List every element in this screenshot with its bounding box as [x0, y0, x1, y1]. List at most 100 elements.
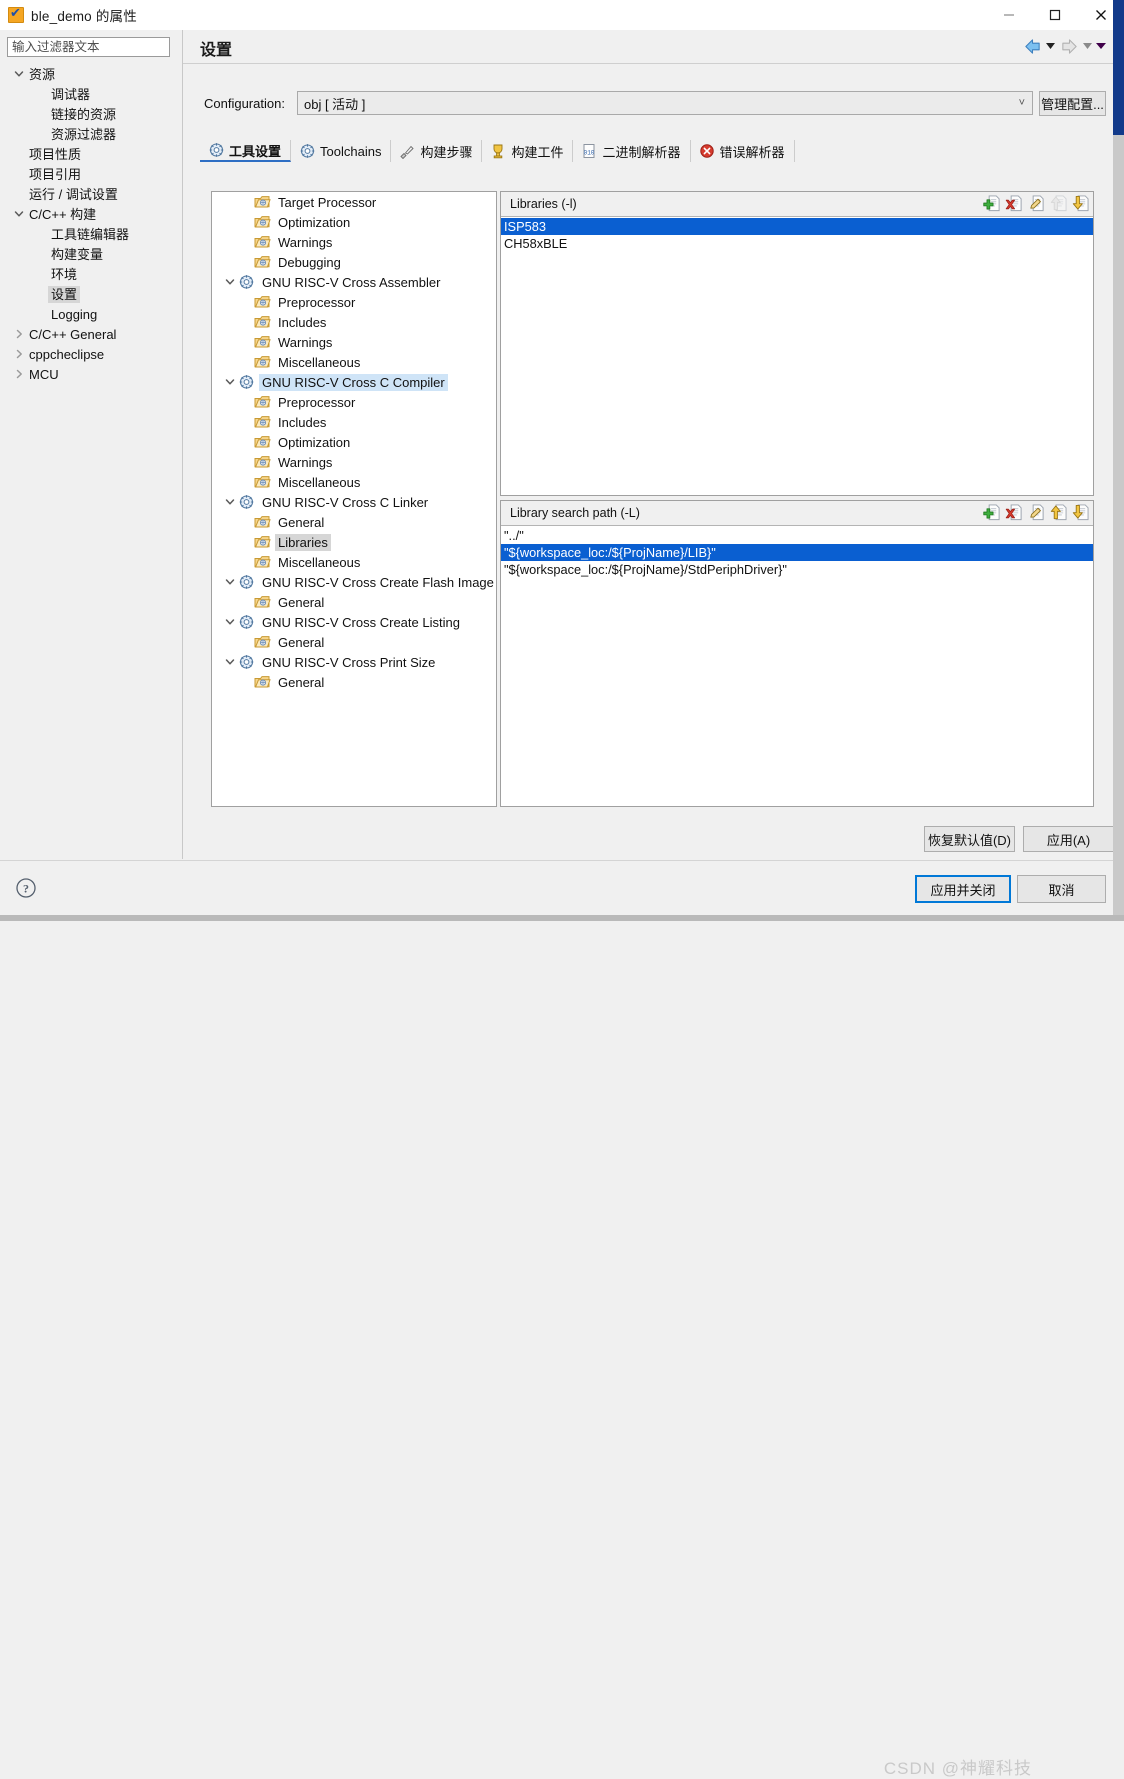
move-down-icon[interactable]: [1071, 194, 1089, 216]
tool-tree-item-18[interactable]: Miscellaneous: [212, 552, 496, 572]
sidebar-item-6[interactable]: 运行 / 调试设置: [0, 184, 182, 204]
maximize-button[interactable]: [1032, 0, 1078, 30]
sidebar-item-13[interactable]: C/C++ General: [0, 324, 182, 344]
tool-tree-item-21[interactable]: GNU RISC-V Cross Create Listing: [212, 612, 496, 632]
sidebar-item-0[interactable]: 资源: [0, 64, 182, 84]
edit-icon[interactable]: [1027, 194, 1045, 216]
tab-0[interactable]: 工具设置: [200, 140, 292, 162]
tool-tree-item-0[interactable]: Target Processor: [212, 192, 496, 212]
twisty-down-icon[interactable]: [222, 657, 238, 667]
sidebar-item-2[interactable]: 链接的资源: [0, 104, 182, 124]
back-button[interactable]: [1021, 35, 1043, 57]
tab-1[interactable]: Toolchains: [291, 140, 392, 162]
apply-and-close-button[interactable]: 应用并关闭: [915, 875, 1011, 903]
cancel-button[interactable]: 取消: [1017, 875, 1106, 903]
libraries-list[interactable]: ISP583 CH58xBLE: [501, 217, 1093, 252]
forward-history-chevron-down-icon[interactable]: [1082, 35, 1093, 57]
libraries-panel: Libraries (-l) ISP583 CH58xBLE: [500, 191, 1094, 496]
tool-tree-item-4[interactable]: GNU RISC-V Cross Assembler: [212, 272, 496, 292]
manage-configurations-button[interactable]: 管理配置...: [1039, 91, 1106, 116]
folder-tool-icon: [254, 534, 271, 550]
tool-tree-item-label: General: [278, 634, 325, 650]
delete-icon[interactable]: [1005, 194, 1023, 216]
twisty-right-icon[interactable]: [12, 329, 26, 339]
minimize-button[interactable]: [986, 0, 1032, 30]
twisty-down-icon[interactable]: [12, 209, 26, 219]
tool-tree-item-22[interactable]: General: [212, 632, 496, 652]
tool-tree-item-1[interactable]: Optimization: [212, 212, 496, 232]
tab-label: 构建工件: [511, 144, 564, 160]
search-path-row-0[interactable]: "../": [501, 527, 1093, 544]
sidebar-item-1[interactable]: 调试器: [0, 84, 182, 104]
forward-button[interactable]: [1058, 35, 1080, 57]
tool-tree-item-12[interactable]: Optimization: [212, 432, 496, 452]
delete-icon[interactable]: [1005, 503, 1023, 525]
tool-tree-item-23[interactable]: GNU RISC-V Cross Print Size: [212, 652, 496, 672]
tool-tree-item-9[interactable]: GNU RISC-V Cross C Compiler: [212, 372, 496, 392]
tab-label: 工具设置: [229, 143, 282, 159]
twisty-down-icon[interactable]: [222, 377, 238, 387]
tab-4[interactable]: 010 二进制解析器: [573, 140, 691, 162]
add-icon[interactable]: [983, 503, 1001, 525]
tool-tree-item-24[interactable]: General: [212, 672, 496, 692]
folder-tool-icon: [254, 554, 271, 570]
sidebar-item-7[interactable]: C/C++ 构建: [0, 204, 182, 224]
tab-5[interactable]: 错误解析器: [691, 140, 795, 162]
sidebar-item-15[interactable]: MCU: [0, 364, 182, 384]
library-row-1[interactable]: CH58xBLE: [501, 235, 1093, 252]
tool-tree-item-6[interactable]: Includes: [212, 312, 496, 332]
libraries-panel-title: Libraries (-l): [510, 197, 577, 211]
tool-tree-item-8[interactable]: Miscellaneous: [212, 352, 496, 372]
search-path-row-1[interactable]: "${workspace_loc:/${ProjName}/LIB}": [501, 544, 1093, 561]
sidebar-item-8[interactable]: 工具链编辑器: [0, 224, 182, 244]
help-icon[interactable]: ?: [15, 877, 37, 899]
restore-defaults-button[interactable]: 恢复默认值(D): [924, 826, 1015, 852]
tool-tree-item-2[interactable]: Warnings: [212, 232, 496, 252]
tab-2[interactable]: 构建步骤: [391, 140, 483, 162]
search-path-row-2[interactable]: "${workspace_loc:/${ProjName}/StdPeriphD…: [501, 561, 1093, 578]
tool-tree-item-label: GNU RISC-V Cross C Linker: [262, 494, 429, 510]
twisty-down-icon[interactable]: [222, 617, 238, 627]
sidebar-item-12[interactable]: Logging: [0, 304, 182, 324]
tool-tree-item-16[interactable]: General: [212, 512, 496, 532]
twisty-down-icon[interactable]: [222, 277, 238, 287]
svg-text:?: ?: [23, 882, 29, 896]
search-path-list[interactable]: "../" "${workspace_loc:/${ProjName}/LIB}"…: [501, 526, 1093, 578]
tab-3[interactable]: 构建工件: [482, 140, 574, 162]
tool-tree-item-20[interactable]: General: [212, 592, 496, 612]
twisty-down-icon[interactable]: [222, 497, 238, 507]
apply-button[interactable]: 应用(A): [1023, 826, 1114, 852]
move-down-icon[interactable]: [1071, 503, 1089, 525]
tool-tree-item-19[interactable]: GNU RISC-V Cross Create Flash Image: [212, 572, 496, 592]
view-menu-chevron-down-icon[interactable]: [1095, 35, 1106, 57]
tool-tree-item-14[interactable]: Miscellaneous: [212, 472, 496, 492]
add-icon[interactable]: [983, 194, 1001, 216]
sidebar-item-5[interactable]: 项目引用: [0, 164, 182, 184]
tool-tree-item-10[interactable]: Preprocessor: [212, 392, 496, 412]
tool-tree-item-5[interactable]: Preprocessor: [212, 292, 496, 312]
twisty-down-icon[interactable]: [12, 69, 26, 79]
tool-tree-item-7[interactable]: Warnings: [212, 332, 496, 352]
tool-tree-item-3[interactable]: Debugging: [212, 252, 496, 272]
twisty-right-icon[interactable]: [12, 369, 26, 379]
twisty-down-icon[interactable]: [222, 577, 238, 587]
sidebar-item-14[interactable]: cppcheclipse: [0, 344, 182, 364]
configuration-combo[interactable]: obj [ 活动 ] ˅: [297, 91, 1033, 115]
libraries-toolbar: [983, 194, 1089, 216]
tool-tree-item-17[interactable]: Libraries: [212, 532, 496, 552]
back-history-chevron-down-icon[interactable]: [1045, 35, 1056, 57]
edit-icon[interactable]: [1027, 503, 1045, 525]
sidebar-item-4[interactable]: 项目性质: [0, 144, 182, 164]
tool-tree-item-11[interactable]: Includes: [212, 412, 496, 432]
library-row-0[interactable]: ISP583: [501, 218, 1093, 235]
move-up-icon[interactable]: [1049, 503, 1067, 525]
sidebar-item-9[interactable]: 构建变量: [0, 244, 182, 264]
tool-tree-item-13[interactable]: Warnings: [212, 452, 496, 472]
filter-input[interactable]: 输入过滤器文本: [7, 37, 170, 57]
sidebar-item-10[interactable]: 环境: [0, 264, 182, 284]
tool-tree-item-15[interactable]: GNU RISC-V Cross C Linker: [212, 492, 496, 512]
sidebar-item-3[interactable]: 资源过滤器: [0, 124, 182, 144]
sidebar-item-11[interactable]: 设置: [0, 284, 182, 304]
folder-tool-icon: [254, 634, 271, 650]
twisty-right-icon[interactable]: [12, 349, 26, 359]
